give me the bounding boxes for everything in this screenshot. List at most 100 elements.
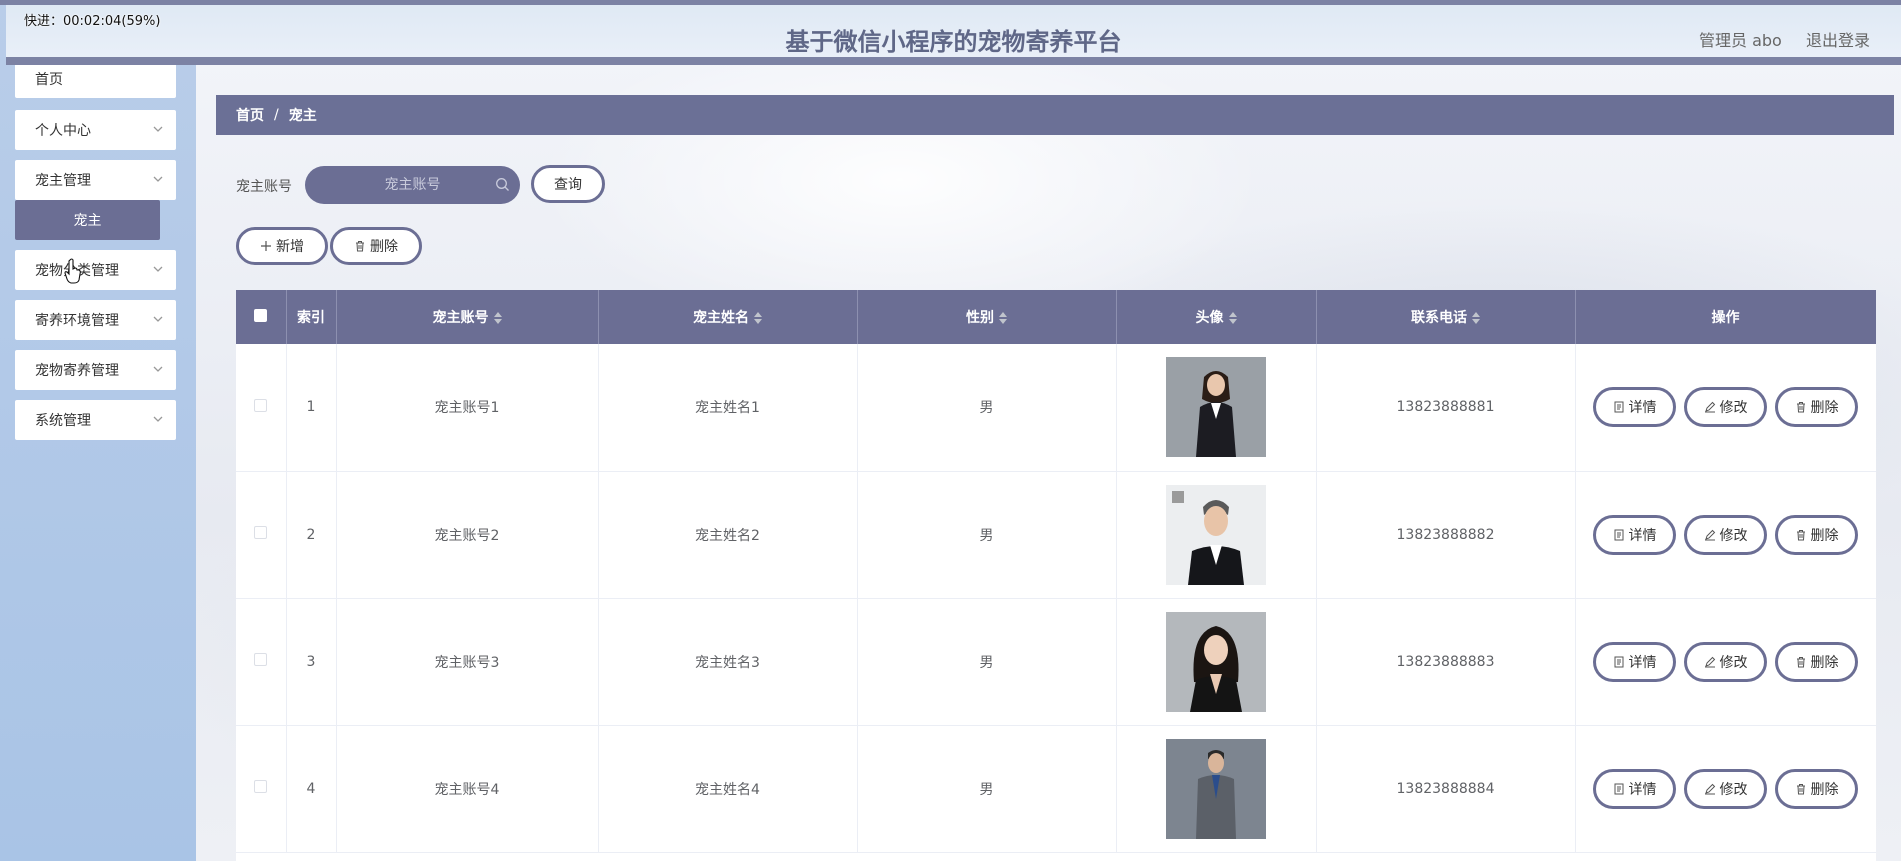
sidebar-item-label: 系统管理 <box>35 413 91 429</box>
breadcrumb-home[interactable]: 首页 <box>236 105 264 125</box>
avatar-cell <box>1116 471 1317 599</box>
trash-icon <box>1796 402 1805 413</box>
column-header-actions: 操作 <box>1575 290 1876 344</box>
hand-cursor-icon <box>64 258 81 284</box>
row-select-cell <box>236 344 287 472</box>
account-cell: 宠主账号2 <box>336 471 599 599</box>
sidebar-item-label: 首页 <box>35 72 63 88</box>
delete-button[interactable]: 删除 <box>1775 641 1858 682</box>
phone-cell: 13823888882 <box>1316 471 1576 599</box>
search-input[interactable] <box>305 166 520 204</box>
edit-button-label: 修改 <box>1719 400 1748 417</box>
user-label: 管理员 abo <box>1699 31 1782 50</box>
column-header-avatar[interactable]: 头像 <box>1116 290 1317 344</box>
column-header-label: 操作 <box>1711 310 1740 326</box>
detail-button[interactable]: 详情 <box>1593 768 1676 809</box>
sidebar-item-system-management[interactable]: 系统管理 <box>15 400 176 440</box>
sort-icon[interactable] <box>999 312 1007 324</box>
batch-delete-button-label: 删除 <box>370 239 398 255</box>
sidebar-item-home[interactable]: 首页 <box>15 60 176 98</box>
search-icon <box>496 178 509 191</box>
index-cell: 4 <box>286 725 337 853</box>
chevron-down-icon <box>153 176 163 182</box>
phone-cell: 13823888881 <box>1316 344 1576 472</box>
edit-button-label: 修改 <box>1719 781 1748 798</box>
delete-button-label: 删除 <box>1810 654 1839 671</box>
sidebar: 首页 个人中心 宠主管理 宠主 宠物分类管理 寄养环境管理 宠物寄养管理 系统管… <box>0 0 196 861</box>
edit-button[interactable]: 修改 <box>1684 641 1767 682</box>
edit-button[interactable]: 修改 <box>1684 514 1767 555</box>
site-title: 基于微信小程序的宠物寄养平台 <box>785 28 1122 56</box>
detail-button-label: 详情 <box>1628 781 1657 798</box>
gender-cell: 男 <box>857 598 1117 726</box>
phone-cell: 13823888884 <box>1316 725 1576 853</box>
index-cell: 1 <box>286 344 337 472</box>
name-cell: 宠主姓名1 <box>598 344 858 472</box>
table-row: 4 宠主账号4 宠主姓名4 男 13823888884 详情 修改 删除 <box>236 725 1876 853</box>
sidebar-item-personal-center[interactable]: 个人中心 <box>15 110 176 150</box>
chevron-down-icon <box>153 316 163 322</box>
document-icon <box>1614 656 1623 667</box>
avatar-cell <box>1116 598 1317 726</box>
sort-icon[interactable] <box>493 312 502 324</box>
header: 基于微信小程序的宠物寄养平台 管理员 abo 退出登录 <box>6 5 1901 65</box>
query-button-label: 查询 <box>554 177 582 193</box>
delete-button[interactable]: 删除 <box>1775 387 1858 428</box>
sidebar-item-owner-management[interactable]: 宠主管理 <box>15 160 176 200</box>
sidebar-item-pet-boarding[interactable]: 宠物寄养管理 <box>15 350 176 390</box>
sidebar-item-label: 宠主管理 <box>35 173 91 189</box>
row-checkbox[interactable] <box>254 526 268 539</box>
edit-button-label: 修改 <box>1719 527 1748 544</box>
detail-button[interactable]: 详情 <box>1593 641 1676 682</box>
chevron-down-icon <box>153 266 163 272</box>
sort-icon[interactable] <box>1228 312 1237 324</box>
document-icon <box>1614 401 1623 413</box>
edit-icon <box>1704 402 1715 413</box>
column-header-phone[interactable]: 联系电话 <box>1316 290 1576 344</box>
select-all-cell <box>236 290 287 344</box>
sidebar-item-pet-category[interactable]: 宠物分类管理 <box>15 250 176 290</box>
detail-button-label: 详情 <box>1628 654 1657 671</box>
column-header-account[interactable]: 宠主账号 <box>336 290 599 344</box>
column-header-name[interactable]: 宠主姓名 <box>598 290 858 344</box>
select-all-checkbox[interactable] <box>254 308 268 322</box>
row-checkbox[interactable] <box>254 398 268 412</box>
edit-button[interactable]: 修改 <box>1684 387 1767 428</box>
delete-button[interactable]: 删除 <box>1775 514 1858 555</box>
edit-icon <box>1704 529 1715 540</box>
column-header-label: 宠主账号 <box>432 310 489 326</box>
edit-button-label: 修改 <box>1719 654 1748 671</box>
column-header-gender[interactable]: 性别 <box>857 290 1117 344</box>
logout-link[interactable]: 退出登录 <box>1806 27 1870 51</box>
sidebar-item-label: 宠物寄养管理 <box>35 363 119 379</box>
add-button[interactable]: 新增 <box>236 227 328 265</box>
avatar[interactable] <box>1166 484 1266 585</box>
submenu-item-label: 宠主 <box>73 213 102 229</box>
avatar[interactable] <box>1166 357 1266 458</box>
batch-delete-button[interactable]: 删除 <box>330 227 422 265</box>
avatar[interactable] <box>1166 738 1266 839</box>
column-header-label: 性别 <box>966 310 994 326</box>
gender-cell: 男 <box>857 725 1117 853</box>
detail-button-label: 详情 <box>1628 400 1657 417</box>
chevron-down-icon <box>153 366 163 372</box>
row-checkbox[interactable] <box>254 653 268 666</box>
table-header-row: 索引 宠主账号 宠主姓名 性别 头像 联系电话 操作 <box>236 290 1876 344</box>
search-label: 宠主账号 <box>236 179 292 195</box>
row-checkbox[interactable] <box>254 780 268 793</box>
avatar[interactable] <box>1166 611 1266 712</box>
sort-icon[interactable] <box>1472 312 1480 324</box>
sort-icon[interactable] <box>754 312 762 324</box>
actions-cell: 详情 修改 删除 <box>1575 344 1876 472</box>
actions-cell: 详情 修改 删除 <box>1575 471 1876 599</box>
query-button[interactable]: 查询 <box>531 165 605 203</box>
sidebar-item-boarding-environment[interactable]: 寄养环境管理 <box>15 300 176 340</box>
breadcrumb-current: 宠主 <box>288 108 317 124</box>
submenu-item-owner[interactable]: 宠主 <box>15 200 160 240</box>
delete-button[interactable]: 删除 <box>1775 768 1858 809</box>
detail-button[interactable]: 详情 <box>1593 387 1676 428</box>
edit-button[interactable]: 修改 <box>1684 768 1767 809</box>
detail-button[interactable]: 详情 <box>1593 514 1676 555</box>
add-button-label: 新增 <box>276 239 304 255</box>
trash-icon <box>356 241 364 252</box>
